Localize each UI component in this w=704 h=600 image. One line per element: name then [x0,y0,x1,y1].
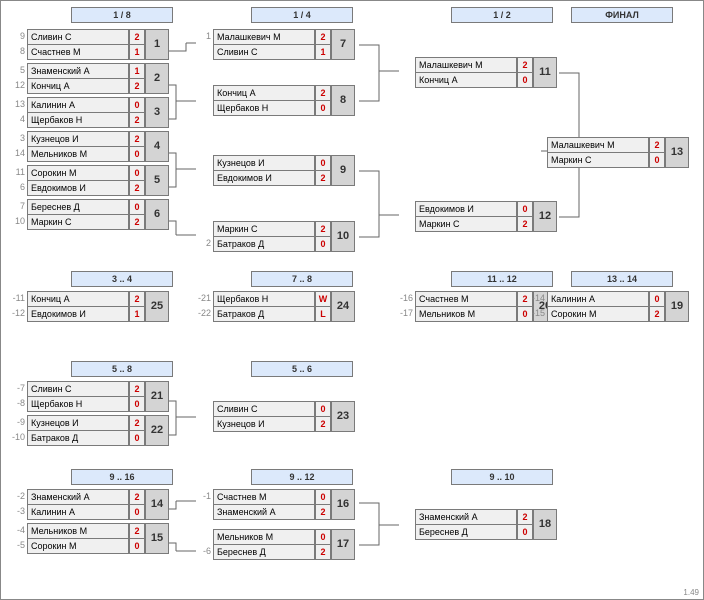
match-23: Сливин С0Кузнецов И223 [197,401,377,431]
match-13: Малашкевич М2Маркин С013 [531,137,704,167]
header-p912: 9 .. 12 [251,469,353,485]
match-4: 3Кузнецов И214Мельников М04 [11,131,181,161]
header-final: ФИНАЛ [571,7,673,23]
match-6: 7Береснев Д010Маркин С26 [11,199,181,229]
header-p916: 9 .. 16 [71,469,173,485]
header-p58: 5 .. 8 [71,361,173,377]
bracket-stage: { "headers":{ "r1":"1 / 8","r2":"1 / 4",… [0,0,704,600]
match-10: Маркин С22Батраков Д010 [197,221,377,251]
match-5: 11Сорокин М06Евдокимов И25 [11,165,181,195]
header-p910: 9 .. 10 [451,469,553,485]
match-21: -7Сливин С2-8Щербаков Н021 [11,381,181,411]
header-p56: 5 .. 6 [251,361,353,377]
header-p78: 7 .. 8 [251,271,353,287]
match-15: -4Мельников М2-5Сорокин М015 [11,523,181,553]
header-p34: 3 .. 4 [71,271,173,287]
match-25: -11Кончиц А2-12Евдокимов И125 [11,291,181,321]
header-r1: 1 / 8 [71,7,173,23]
match-16: -1Счастнев М0Знаменский А216 [197,489,377,519]
header-r2: 1 / 4 [251,7,353,23]
match-11: Малашкевич М2Кончиц А011 [399,57,579,87]
version-label: 1.49 [683,588,699,597]
match-3: 13Калинин А04Щербаков Н23 [11,97,181,127]
match-12: Евдокимов И0Маркин С212 [399,201,579,231]
header-p1314: 13 .. 14 [571,271,673,287]
match-2: 5Знаменский А112Кончиц А22 [11,63,181,93]
match-18: Знаменский А2Береснев Д018 [399,509,579,539]
match-22: -9Кузнецов И2-10Батраков Д022 [11,415,181,445]
match-17: Мельников М0-6Береснев Д217 [197,529,377,559]
header-p1112: 11 .. 12 [451,271,553,287]
match-7: 1Малашкевич М2Сливин С17 [197,29,377,59]
match-8: Кончиц А2Щербаков Н08 [197,85,377,115]
match-19: -14Калинин А0-15Сорокин М219 [531,291,704,321]
match-9: Кузнецов И0Евдокимов И29 [197,155,377,185]
match-1: 9Сливин С28Счастнев М11 [11,29,181,59]
header-r3: 1 / 2 [451,7,553,23]
match-14: -2Знаменский А2-3Калинин А014 [11,489,181,519]
match-24: -21Щербаков НW-22Батраков ДL24 [197,291,377,321]
